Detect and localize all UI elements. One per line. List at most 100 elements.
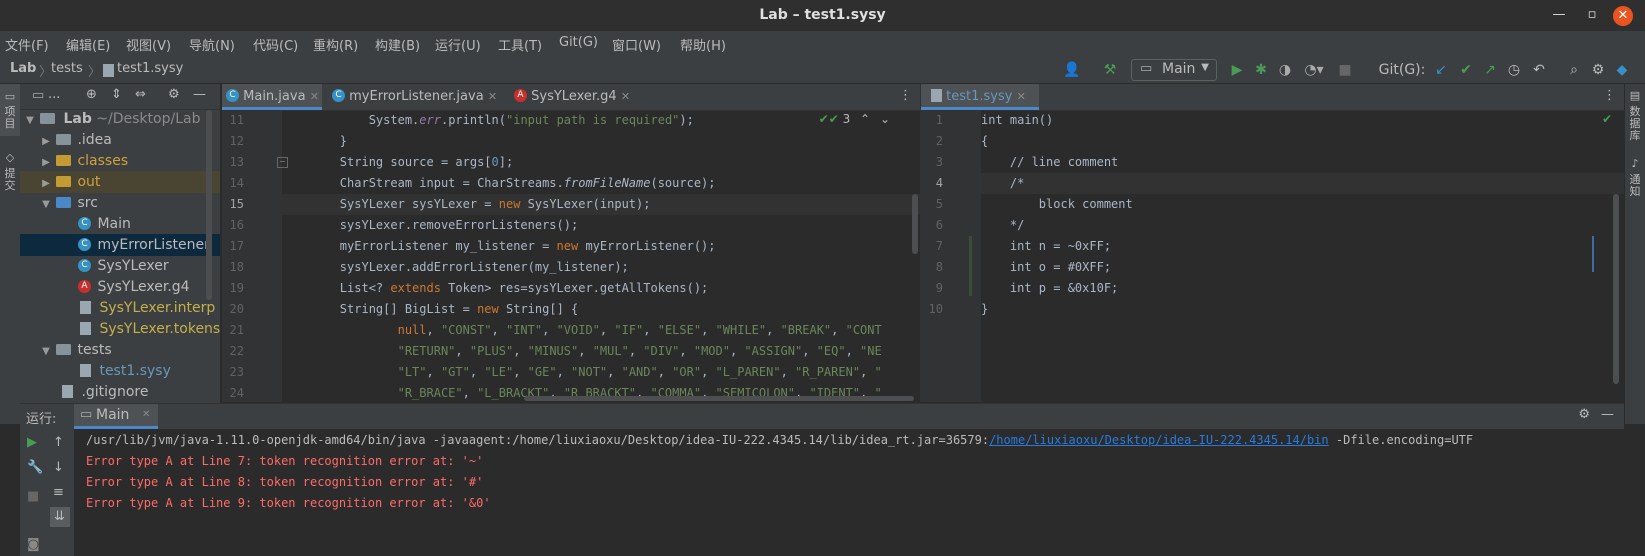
database-icon[interactable]: ▤ — [1628, 90, 1642, 102]
code-line[interactable]: sysYLexer.addErrorListener(my_listener); — [282, 257, 920, 278]
code-line[interactable]: } — [282, 131, 920, 152]
breadcrumb-lab[interactable]: Lab — [10, 61, 36, 76]
camera-icon[interactable]: ◙ — [27, 537, 40, 552]
close-tab-icon[interactable]: ✕ — [310, 90, 319, 103]
settings-icon[interactable]: ⚙ — [1589, 60, 1607, 80]
maximize-icon[interactable]: ▫ — [1583, 6, 1601, 24]
profiler-icon[interactable]: ◔▾ — [1300, 60, 1328, 80]
tab-main-java[interactable]: C Main.java ✕ — [222, 84, 322, 110]
code-line[interactable]: System.err.println("input path is requir… — [282, 110, 920, 131]
tree-item-sysylexer-tokens[interactable]: SysYLexer.tokens — [20, 318, 220, 340]
project-tool-label[interactable]: 项目 — [3, 106, 17, 130]
wrench-icon[interactable]: 🔧 — [27, 460, 43, 475]
menu-help[interactable]: 帮助(H) — [680, 35, 726, 54]
tree-item-lab[interactable]: ▼ Lab ~/Desktop/Lab — [20, 108, 220, 130]
tree-item-sysylexer-interp[interactable]: SysYLexer.interp — [20, 297, 220, 319]
menu-git[interactable]: Git(G) — [559, 35, 598, 50]
git-commit-icon[interactable]: ✔ — [1457, 60, 1475, 80]
code-line[interactable]: null, "CONST", "INT", "VOID", "IF", "ELS… — [282, 320, 920, 341]
command-link[interactable]: /home/liuxiaoxu/Desktop/idea-IU-222.4345… — [989, 433, 1329, 447]
code-line[interactable]: "RETURN", "PLUS", "MINUS", "MUL", "DIV",… — [282, 341, 920, 362]
gear-icon[interactable]: ⚙ — [168, 87, 180, 102]
code-line[interactable]: int n = ~0xFF; — [981, 236, 1624, 257]
menu-run[interactable]: 运行(U) — [435, 35, 481, 54]
soft-wrap-icon[interactable]: ≡ — [53, 485, 64, 500]
tab-myerrorlistener[interactable]: C myErrorListener.java ✕ — [330, 84, 516, 110]
database-tool-label[interactable]: 数据库 — [1628, 106, 1642, 142]
gear-icon[interactable]: ⚙ — [1578, 407, 1590, 422]
notifications-tool-label[interactable]: 通知 — [1628, 174, 1642, 198]
check-icon[interactable]: ✔ — [1602, 112, 1612, 126]
code-line[interactable]: String source = args[0]; — [282, 152, 920, 173]
user-icon[interactable]: 👤▾ — [1060, 60, 1084, 98]
code-line[interactable]: */ — [981, 215, 1624, 236]
menu-refactor[interactable]: 重构(R) — [313, 35, 358, 54]
run-config-selector[interactable]: ▭ Main ▼ — [1131, 59, 1217, 81]
menu-tools[interactable]: 工具(T) — [498, 35, 542, 54]
close-tab-icon[interactable]: ✕ — [1017, 90, 1026, 103]
build-hammer-icon[interactable]: ⚒ — [1100, 60, 1120, 80]
tree-item-myerrorlistener[interactable]: C myErrorListener — [20, 234, 220, 256]
tree-item-sysylexer[interactable]: C SysYLexer — [20, 255, 220, 277]
tree-item-classes[interactable]: ▶ classes — [20, 150, 220, 172]
breadcrumb-tests[interactable]: tests — [51, 61, 83, 76]
expand-all-icon[interactable]: ⇕ — [111, 87, 122, 102]
code-line[interactable]: myErrorListener my_listener = new myErro… — [282, 236, 920, 257]
more-tabs-icon[interactable]: ⋮ — [1603, 88, 1616, 103]
more-tabs-icon[interactable]: ⋮ — [899, 88, 912, 103]
tree-item-src[interactable]: ▼ src — [20, 192, 220, 214]
close-tab-icon[interactable]: ✕ — [488, 90, 497, 103]
minimize-icon[interactable]: — — [1550, 6, 1568, 24]
rollback-icon[interactable]: ↶ — [1530, 60, 1548, 80]
code-line-current[interactable]: SysYLexer sysYLexer = new SysYLexer(inpu… — [282, 194, 920, 215]
code-line[interactable]: sysYLexer.removeErrorListeners(); — [282, 215, 920, 236]
menu-file[interactable]: 文件(F) — [5, 35, 49, 54]
menu-build[interactable]: 构建(B) — [375, 35, 420, 54]
tree-item-gitignore[interactable]: .gitignore — [20, 381, 220, 403]
rerun-icon[interactable]: ▶ — [27, 435, 37, 450]
down-arrow-icon[interactable]: ↓ — [53, 460, 64, 475]
hide-icon[interactable]: — — [1601, 407, 1614, 422]
tree-item-sysylexer-g4[interactable]: A SysYLexer.g4 — [20, 276, 220, 298]
code-line[interactable]: "LT", "GT", "LE", "GE", "NOT", "AND", "O… — [282, 362, 920, 383]
code-line[interactable]: String[] BigList = new String[] { — [282, 299, 920, 320]
tree-item-test1-sysy[interactable]: test1.sysy — [20, 360, 220, 382]
vertical-scrollbar[interactable] — [1613, 194, 1619, 384]
breadcrumb-file[interactable]: test1.sysy — [117, 61, 183, 76]
menu-code[interactable]: 代码(C) — [253, 35, 298, 54]
close-window-button[interactable]: ✕ — [1613, 6, 1633, 26]
run-tab-main[interactable]: ▭ Main ✕ — [74, 404, 158, 429]
code-line[interactable]: List<? extends Token> res=sysYLexer.getA… — [282, 278, 920, 299]
stop-icon[interactable]: ■ — [27, 489, 39, 504]
collapse-all-icon[interactable]: ⇔ — [135, 87, 146, 102]
stop-icon[interactable]: ■ — [1336, 60, 1354, 80]
project-view-selector[interactable]: ... — [48, 87, 60, 102]
menu-navigate[interactable]: 导航(N) — [189, 35, 235, 54]
history-icon[interactable]: ◷ — [1505, 60, 1523, 80]
run-icon[interactable]: ▶ — [1228, 60, 1246, 80]
close-tab-icon[interactable]: ✕ — [142, 409, 150, 420]
code-line[interactable]: int main() — [981, 110, 1624, 131]
project-tool-icon[interactable]: ▭ — [3, 91, 17, 103]
git-push-icon[interactable]: ↗ — [1481, 60, 1499, 80]
code-line[interactable]: int o = #0XFF; — [981, 257, 1624, 278]
tree-item-idea[interactable]: ▶ .idea — [20, 129, 220, 151]
commit-tool-label[interactable]: 提交 — [3, 168, 17, 192]
bell-icon[interactable]: ♪ — [1628, 158, 1642, 170]
vertical-scrollbar[interactable] — [912, 194, 918, 254]
code-line-current[interactable]: /* — [981, 173, 1624, 194]
up-arrow-icon[interactable]: ↑ — [53, 435, 64, 450]
ide-logo-icon[interactable]: ◆ — [1613, 60, 1631, 80]
code-line[interactable]: int p = &0x10F; — [981, 278, 1624, 299]
code-line[interactable]: { — [981, 131, 1624, 152]
tab-sysylexer-g4[interactable]: A SysYLexer.g4 ✕ — [512, 84, 642, 110]
tab-test1-sysy[interactable]: test1.sysy ✕ — [921, 84, 1039, 110]
debug-icon[interactable]: ✱ — [1252, 60, 1270, 80]
horizontal-scrollbar[interactable] — [524, 396, 914, 401]
commit-tool-icon[interactable]: ◇ — [3, 152, 17, 164]
search-icon[interactable]: ⌕ — [1565, 60, 1583, 80]
locate-icon[interactable]: ⊕ — [86, 87, 97, 102]
git-update-icon[interactable]: ↙ — [1432, 60, 1450, 80]
hide-icon[interactable]: — — [193, 87, 206, 102]
code-line[interactable]: // line comment — [981, 152, 1624, 173]
